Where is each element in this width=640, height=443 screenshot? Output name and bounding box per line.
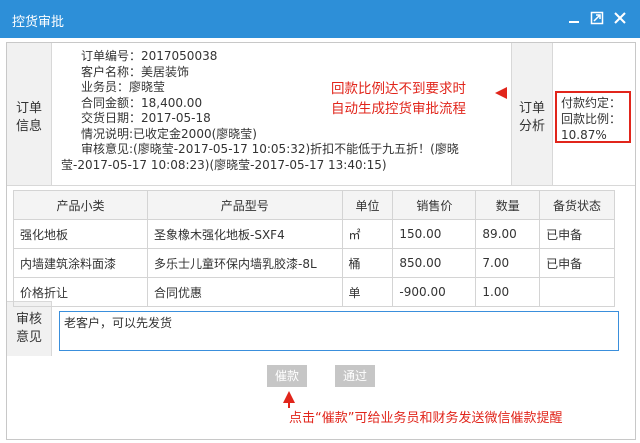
cell-price: 150.00	[392, 219, 477, 249]
col-header-stock-status: 备货状态	[539, 190, 615, 220]
cell-category: 强化地板	[13, 219, 148, 249]
payment-terms-label: 付款约定：	[561, 96, 622, 110]
review-comment-line2: 莹-2017-05-17 10:08:23)(廖晓莹-2017-05-17 13…	[61, 157, 387, 172]
cell-stock-status: 已申备	[539, 248, 615, 278]
table-header-row: 产品小类 产品型号 单位 销售价 数量 备货状态	[13, 190, 615, 220]
approve-button[interactable]: 通过	[335, 365, 375, 387]
payback-ratio-value: 10.87%	[561, 128, 607, 142]
audit-label-cell: 审核意见	[7, 301, 52, 356]
cell-unit: 桶	[341, 248, 394, 278]
audit-label: 审核意见	[15, 312, 42, 345]
cell-price: 850.00	[392, 248, 477, 278]
payment-analysis-box: 付款约定： 回款比例： 10.87%	[555, 91, 631, 143]
minimize-icon[interactable]	[566, 10, 582, 26]
annotation-top: 回款比例达不到要求时 自动生成控货审批流程	[331, 79, 466, 119]
close-icon[interactable]	[612, 10, 628, 26]
product-table: 产品小类 产品型号 单位 销售价 数量 备货状态 强化地板 圣象橡木强化地板-S…	[13, 190, 615, 307]
divider	[7, 185, 635, 186]
cell-model: 圣象橡木强化地板-SXF4	[147, 219, 343, 249]
table-row: 内墙建筑涂料面漆 多乐士儿童环保内墙乳胶漆-8L 桶 850.00 7.00 已…	[13, 248, 615, 278]
cell-stock-status	[539, 277, 615, 307]
cell-model: 合同优惠	[147, 277, 343, 307]
maximize-icon[interactable]	[589, 10, 605, 26]
order-analysis-label: 订单分析	[518, 101, 545, 134]
order-info-label-cell: 订单信息	[7, 43, 52, 186]
table-row: 强化地板 圣象橡木强化地板-SXF4 ㎡ 150.00 89.00 已申备	[13, 219, 615, 249]
title-bar: 控货审批	[0, 0, 640, 38]
review-comment-line1: 审核意见:(廖晓莹-2017-05-17 10:05:32)折扣不能低于九五折！…	[81, 142, 459, 156]
remind-payment-button[interactable]: 催款	[267, 365, 307, 387]
cell-quantity: 7.00	[475, 248, 541, 278]
cell-quantity: 89.00	[475, 219, 541, 249]
cell-stock-status: 已申备	[539, 219, 615, 249]
payback-ratio-label: 回款比例：	[561, 112, 622, 126]
customer-name: 客户名称：美居装饰	[81, 64, 190, 79]
audit-comment-input[interactable]: 老客户，可以先发货	[59, 311, 619, 351]
window-title: 控货审批	[12, 15, 65, 30]
col-header-price: 销售价	[392, 190, 477, 220]
cell-model: 多乐士儿童环保内墙乳胶漆-8L	[147, 248, 343, 278]
cell-unit: 单	[341, 277, 394, 307]
order-number: 订单编号：2017050038	[81, 49, 218, 63]
col-header-category: 产品小类	[13, 190, 148, 220]
annotation-bottom: 点击“催款”可给业务员和财务发送微信催款提醒	[289, 411, 563, 426]
annotation-top-line1: 回款比例达不到要求时	[331, 81, 466, 97]
cell-unit: ㎡	[341, 219, 394, 249]
annotation-bottom-arrow-icon	[283, 391, 295, 408]
annotation-top-line2: 自动生成控货审批流程	[331, 101, 466, 117]
col-header-model: 产品型号	[147, 190, 343, 220]
cell-price: -900.00	[392, 277, 477, 307]
cell-category: 价格折让	[13, 277, 148, 307]
col-header-quantity: 数量	[475, 190, 541, 220]
cell-category: 内墙建筑涂料面漆	[13, 248, 148, 278]
order-info-label: 订单信息	[15, 101, 42, 134]
col-header-unit: 单位	[341, 190, 394, 220]
order-analysis-label-cell: 订单分析	[511, 43, 553, 185]
situation-note: 情况说明:已收定金2000(廖晓莹)	[81, 126, 257, 141]
table-row: 价格折让 合同优惠 单 -900.00 1.00	[13, 277, 615, 307]
cell-quantity: 1.00	[475, 277, 541, 307]
